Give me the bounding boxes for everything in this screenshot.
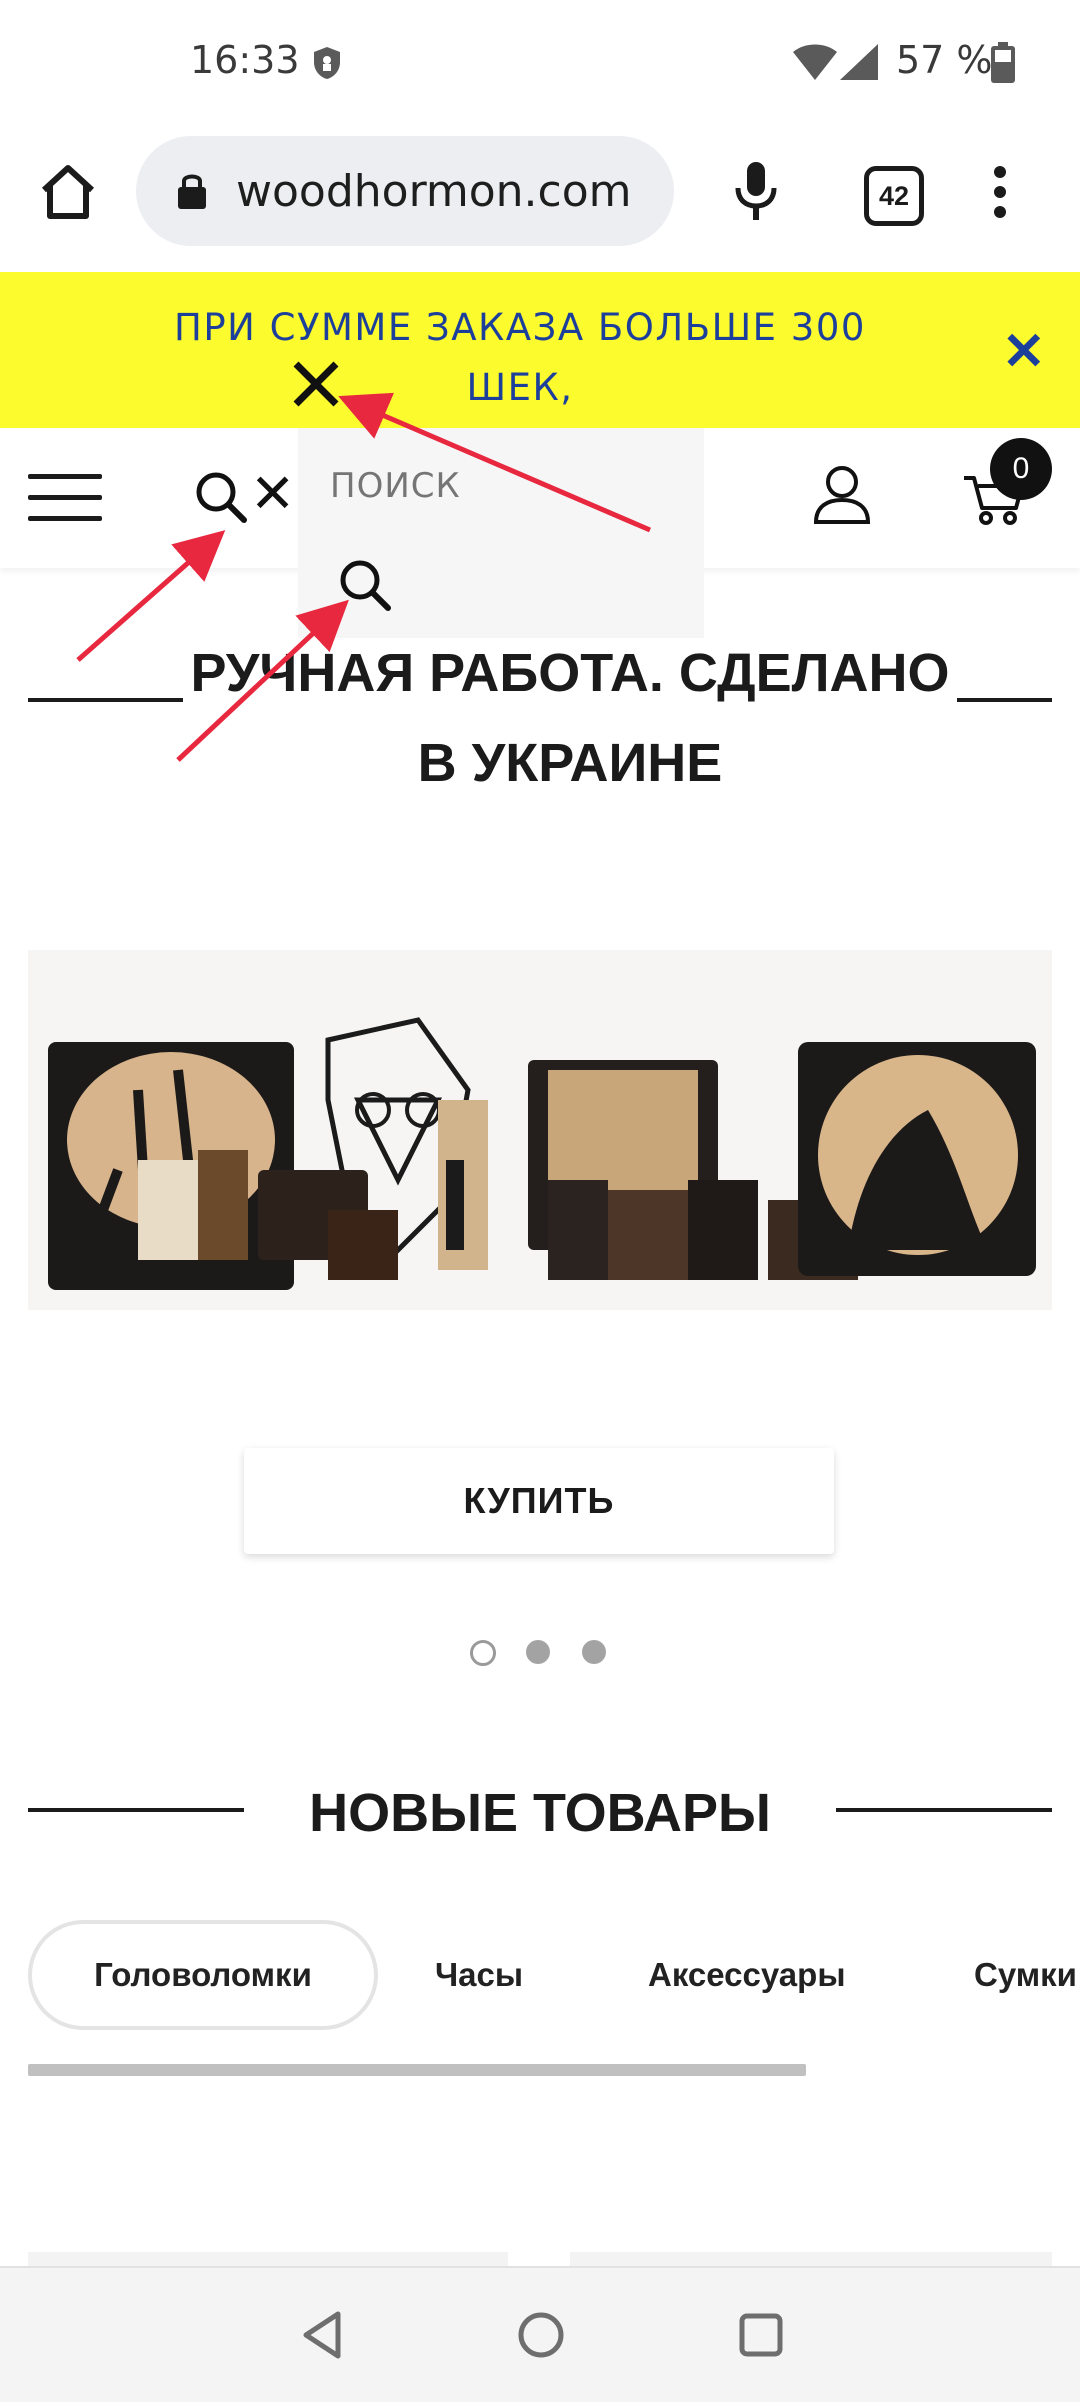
signal-icon: [838, 42, 880, 87]
clock: 16:33: [190, 38, 300, 82]
wifi-icon: [792, 42, 838, 87]
category-tab-bags-wrapper: Сумки: [970, 1920, 1080, 2030]
mic-icon[interactable]: [732, 160, 780, 227]
promo-banner: ПРИ СУММЕ ЗАКАЗА БОЛЬШЕ 300 ШЕК, ДОСТАВК…: [0, 272, 1080, 469]
category-tab-accessories[interactable]: Аксессуары: [648, 1920, 846, 2030]
battery-level: 57 %: [896, 38, 993, 82]
user-icon[interactable]: [810, 462, 874, 531]
back-icon[interactable]: [300, 2310, 344, 2365]
category-scrollbar[interactable]: [28, 2064, 806, 2076]
url-text[interactable]: woodhormon.com: [236, 166, 632, 217]
shield-icon: [312, 46, 342, 85]
lock-icon: [176, 171, 208, 216]
hero-title: РУЧНАЯ РАБОТА. СДЕЛАНО В УКРАИНЕ: [120, 628, 1020, 808]
address-bar[interactable]: woodhormon.com: [136, 136, 674, 246]
home-nav-icon[interactable]: [516, 2310, 566, 2365]
home-button[interactable]: [36, 160, 100, 224]
hero-title-line-1: РУЧНАЯ РАБОТА. СДЕЛАНО: [182, 643, 958, 703]
search-input[interactable]: [330, 466, 670, 506]
hero-title-line-2: В УКРАИНЕ: [409, 733, 731, 793]
status-bar: 16:33 57 %: [0, 0, 1080, 120]
hamburger-menu-icon[interactable]: [28, 474, 102, 537]
buy-button[interactable]: КУПИТЬ: [244, 1448, 834, 1554]
cart-count-badge: 0: [990, 438, 1052, 500]
search-submit-icon[interactable]: [338, 558, 394, 619]
promo-line-1: ПРИ СУММЕ ЗАКАЗА БОЛЬШЕ 300 ШЕК,: [174, 306, 866, 409]
slide-dot-2[interactable]: [526, 1640, 550, 1664]
product-card[interactable]: [28, 2252, 508, 2266]
product-card[interactable]: [570, 2252, 1052, 2266]
new-products-title: НОВЫЕ ТОВАРЫ: [309, 1783, 771, 1843]
category-tab-watches[interactable]: Часы: [435, 1920, 523, 2030]
search-close-icon[interactable]: ✕: [250, 462, 295, 525]
slide-dot-3[interactable]: [582, 1640, 606, 1664]
home-icon: [41, 165, 95, 219]
search-dropdown: [298, 428, 704, 638]
hero-banner-image[interactable]: [28, 950, 1052, 1310]
recents-icon[interactable]: [738, 2312, 784, 2363]
category-tab-puzzles[interactable]: Головоломки: [28, 1920, 378, 2030]
more-vert-icon[interactable]: [990, 164, 1010, 225]
search-icon[interactable]: [194, 470, 250, 531]
system-nav-bar: [0, 2266, 1080, 2402]
slide-dot-1[interactable]: [470, 1640, 496, 1666]
tab-switcher-button[interactable]: 42: [864, 166, 924, 226]
category-tab-bags[interactable]: Сумки: [974, 1920, 1077, 2030]
battery-icon: [990, 42, 1016, 89]
promo-close-button[interactable]: ✕: [1002, 322, 1046, 382]
section-divider-right: [836, 1808, 1052, 1812]
section-divider-left: [28, 1808, 244, 1812]
